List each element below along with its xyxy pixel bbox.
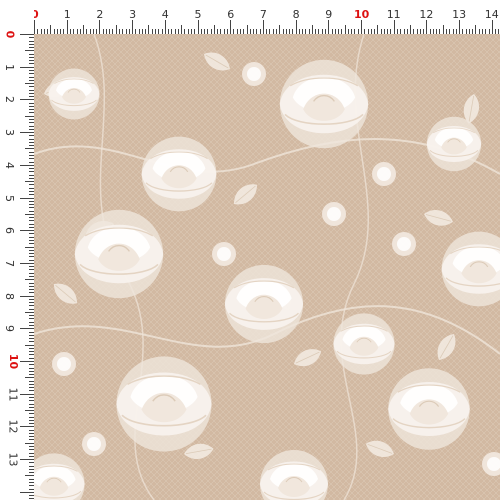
top-ruler-tick: [426, 20, 428, 34]
left-ruler-tick: [25, 442, 34, 444]
left-ruler-tick: [25, 83, 34, 85]
top-ruler-tick: [148, 25, 150, 34]
top-ruler-label: 6: [227, 8, 235, 21]
top-ruler-tick: [279, 25, 281, 34]
left-ruler-tick: [20, 361, 34, 362]
left-ruler-tick: [25, 279, 34, 281]
top-ruler-tick: [164, 20, 166, 34]
fabric-swatch: [34, 34, 500, 500]
left-ruler-tick: [20, 132, 34, 134]
top-ruler-tick: [50, 25, 52, 34]
top-ruler-tick: [99, 20, 101, 34]
top-ruler-label: 2: [96, 8, 104, 21]
top-ruler-label: 9: [325, 8, 333, 21]
top-ruler: 0 1 2 3 4 5 6 7 8 9 10 11 12 13 14: [0, 0, 500, 34]
top-ruler-tick: [442, 25, 444, 34]
left-ruler: 0 1 2 3 4 5 6 7 8 9 10 11 12 13: [0, 0, 34, 500]
left-ruler-label: 4: [3, 161, 16, 169]
left-ruler-tick: [25, 148, 34, 150]
left-ruler-label: 2: [3, 96, 16, 104]
top-ruler-tick: [132, 20, 134, 34]
floral-lace-pattern: [34, 34, 500, 500]
left-ruler-label: 10: [7, 353, 21, 370]
left-ruler-label: 1: [3, 63, 16, 71]
top-ruler-tick: [246, 25, 248, 34]
top-ruler-tick: [361, 20, 362, 34]
left-ruler-label: 8: [3, 292, 16, 300]
left-ruler-label: 3: [3, 129, 16, 137]
left-ruler-tick: [20, 197, 34, 199]
left-ruler-label: 7: [3, 259, 16, 267]
top-ruler-tick: [83, 25, 85, 34]
top-ruler-label: 7: [259, 8, 267, 21]
left-ruler-tick: [20, 426, 34, 428]
top-ruler-tick: [328, 20, 330, 34]
top-ruler-tick: [344, 25, 346, 34]
left-ruler-tick: [20, 164, 34, 166]
left-ruler-tick: [25, 311, 34, 313]
top-ruler-tick: [459, 20, 461, 34]
top-ruler-label: 5: [194, 8, 202, 21]
top-ruler-tick: [295, 20, 297, 34]
top-ruler-label: 13: [452, 8, 467, 21]
left-ruler-label: 0: [3, 30, 17, 39]
left-ruler-label: 5: [3, 194, 16, 202]
left-ruler-tick: [25, 246, 34, 248]
left-ruler-tick: [20, 66, 34, 68]
left-ruler-tick: [20, 230, 34, 232]
top-ruler-label: 11: [386, 8, 401, 21]
top-ruler-label: 12: [419, 8, 434, 21]
top-ruler-tick: [311, 25, 313, 34]
top-ruler-tick: [393, 20, 395, 34]
left-ruler-tick: [25, 213, 34, 215]
left-ruler-tick: [20, 262, 34, 264]
left-ruler-tick: [25, 50, 34, 52]
top-ruler-label: 1: [63, 8, 71, 21]
top-ruler-label: 3: [129, 8, 137, 21]
top-ruler-label: 4: [161, 8, 169, 21]
left-ruler-tick: [20, 34, 34, 35]
top-ruler-tick: [377, 25, 379, 34]
top-ruler-tick: [262, 20, 264, 34]
left-ruler-label: 6: [3, 227, 16, 235]
left-ruler-tick: [20, 99, 34, 101]
left-ruler-tick: [25, 475, 34, 477]
top-ruler-label: 8: [292, 8, 300, 21]
left-ruler-label: 13: [6, 452, 20, 467]
left-ruler-tick: [20, 328, 34, 330]
top-ruler-tick: [181, 25, 183, 34]
left-ruler-tick: [25, 115, 34, 117]
left-ruler-label: 12: [6, 419, 20, 434]
left-ruler-tick: [20, 491, 34, 493]
top-ruler-label: 14: [484, 8, 499, 21]
top-ruler-label: 10: [354, 8, 370, 21]
left-ruler-tick: [25, 410, 34, 412]
left-ruler-tick: [25, 181, 34, 183]
top-ruler-tick: [115, 25, 117, 34]
left-ruler-tick: [20, 393, 34, 395]
top-ruler-tick: [34, 20, 35, 34]
left-ruler-label: 9: [3, 325, 16, 333]
top-ruler-tick: [197, 20, 199, 34]
left-ruler-tick: [25, 344, 34, 346]
top-ruler-tick: [213, 25, 215, 34]
left-ruler-tick: [20, 459, 34, 461]
top-ruler-tick: [66, 20, 68, 34]
left-ruler-tick: [20, 295, 34, 297]
left-ruler-label: 11: [6, 387, 20, 402]
top-ruler-tick: [491, 20, 493, 34]
top-ruler-tick: [475, 25, 477, 34]
top-ruler-tick: [410, 25, 412, 34]
top-ruler-tick: [230, 20, 232, 34]
left-ruler-tick: [25, 377, 34, 379]
